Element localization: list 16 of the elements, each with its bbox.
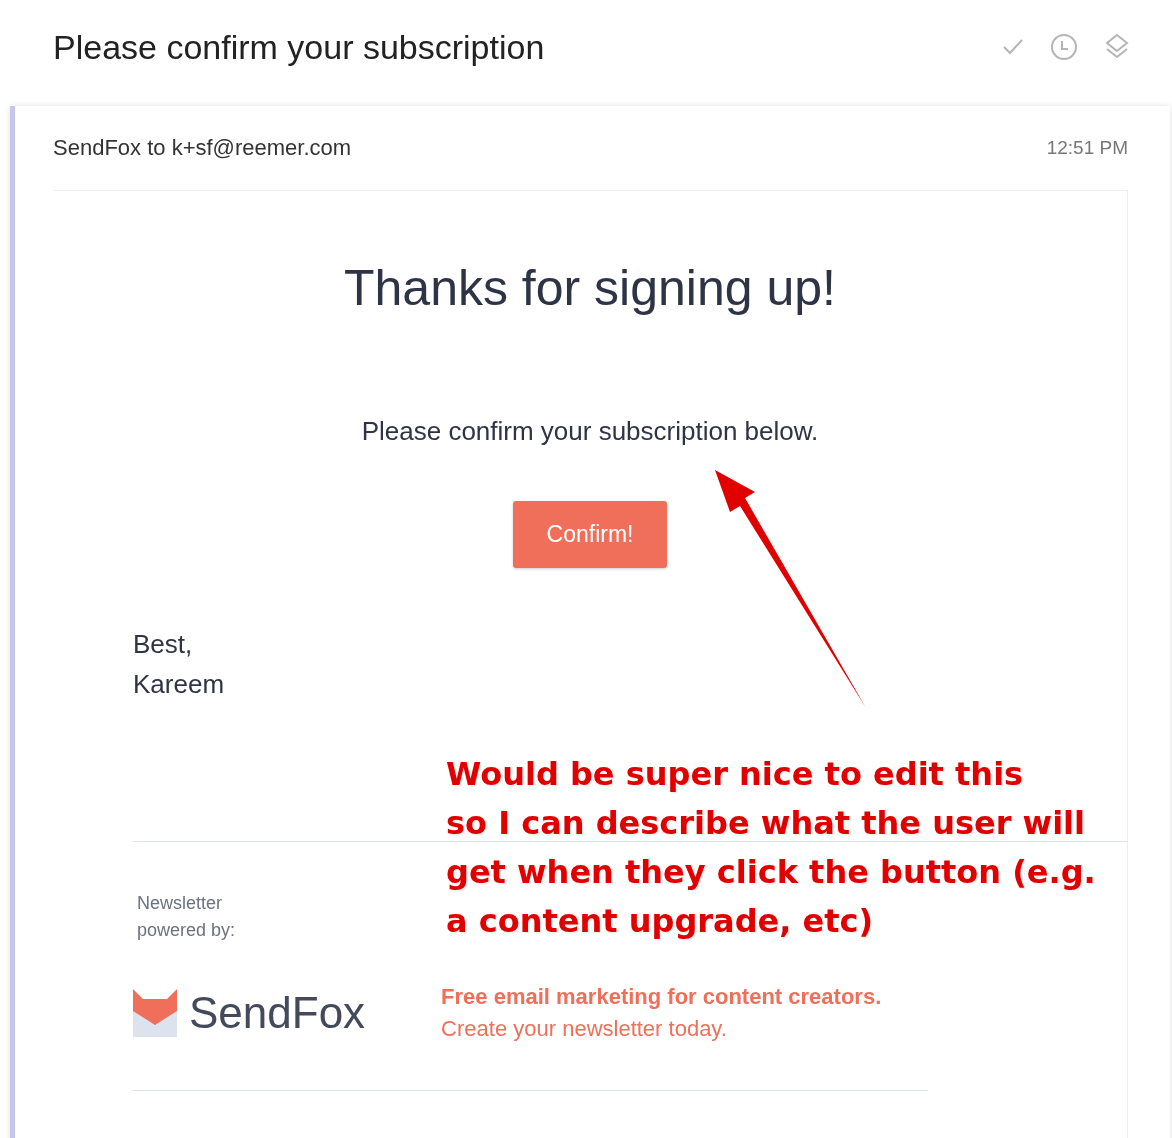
confirm-button[interactable]: Confirm! — [513, 501, 667, 568]
powered-by-text: Newsletter powered by: — [137, 892, 236, 942]
brand-name: SendFox — [189, 988, 366, 1038]
signup-link[interactable]: Create your newsletter today. — [441, 1016, 882, 1042]
email-heading: Thanks for signing up! — [343, 259, 837, 317]
tagline: Free email marketing for content creators. — [441, 984, 882, 1010]
checkmark-icon[interactable] — [1002, 38, 1024, 56]
clock-icon[interactable] — [1050, 33, 1078, 61]
sender-line: SendFox to k+sf@reemer.com — [53, 135, 352, 161]
email-subject: Please confirm your subscription — [53, 27, 545, 67]
signoff-text: Best, Kareem — [133, 628, 226, 701]
layers-icon[interactable] — [1104, 33, 1130, 61]
fox-logo-icon — [133, 989, 177, 1037]
annotation-text: Would be super nice to edit this so I can describe what the user will get when they click the button (e.g. a content upgrade, etc) — [446, 754, 1096, 942]
email-text: Please confirm your subscription below. — [360, 416, 820, 447]
email-time: 12:51 PM — [1046, 137, 1128, 159]
